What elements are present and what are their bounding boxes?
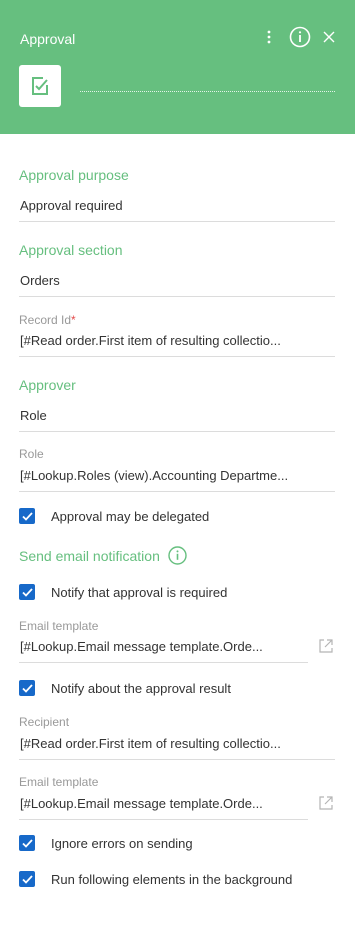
record-id-label: Record Id*: [19, 313, 76, 327]
approver-field[interactable]: Role: [19, 405, 335, 432]
notify-approval-required-checkbox[interactable]: [19, 584, 35, 600]
vertical-dots-icon[interactable]: [261, 27, 277, 47]
role-label: Role: [19, 447, 44, 461]
section-approval-section: Approval section: [19, 242, 123, 258]
approval-delegated-label: Approval may be delegated: [51, 508, 210, 524]
approval-purpose-field[interactable]: Approval required: [19, 195, 335, 222]
ignore-errors-checkbox[interactable]: [19, 835, 35, 851]
notify-approval-result-checkbox-row[interactable]: Notify about the approval result: [19, 680, 231, 696]
email-template-label: Email template: [19, 619, 99, 633]
recipient-label: Recipient: [19, 715, 70, 729]
section-approver: Approver: [19, 377, 76, 393]
approval-section-field[interactable]: Orders: [19, 270, 335, 297]
panel-title: Approval: [20, 31, 76, 47]
element-name-input[interactable]: [80, 91, 335, 92]
header-actions: [261, 26, 337, 48]
email-template-field[interactable]: [#Lookup.Email message template.Orde...: [19, 636, 308, 663]
notify-approval-result-checkbox[interactable]: [19, 680, 35, 696]
record-id-field[interactable]: [#Read order.First item of resulting col…: [19, 330, 335, 357]
email-template-field[interactable]: [#Lookup.Email message template.Orde...: [19, 793, 308, 820]
info-icon[interactable]: [289, 26, 311, 48]
approval-element-icon: [19, 65, 61, 107]
role-field[interactable]: [#Lookup.Roles (view).Accounting Departm…: [19, 465, 335, 492]
notify-approval-required-checkbox-row[interactable]: Notify that approval is required: [19, 584, 227, 600]
open-external-icon[interactable]: [318, 795, 334, 811]
section-approval-purpose: Approval purpose: [19, 167, 129, 183]
open-external-icon[interactable]: [318, 638, 334, 654]
run-in-background-checkbox[interactable]: [19, 871, 35, 887]
notify-approval-required-label: Notify that approval is required: [51, 584, 228, 600]
email-template-label: Email template: [19, 775, 99, 789]
run-in-background-label: Run following elements in the background: [51, 871, 293, 887]
section-send-email-notification: Send email notification: [19, 546, 187, 565]
required-mark: *: [71, 313, 76, 327]
info-icon[interactable]: [168, 546, 187, 565]
recipient-field[interactable]: [#Read order.First item of resulting col…: [19, 733, 335, 760]
ignore-errors-label: Ignore errors on sending: [51, 835, 193, 851]
approval-delegated-checkbox-row[interactable]: Approval may be delegated: [19, 508, 209, 524]
element-header: Approval: [0, 0, 355, 134]
ignore-errors-checkbox-row[interactable]: Ignore errors on sending: [19, 835, 193, 851]
notify-approval-result-label: Notify about the approval result: [51, 680, 231, 696]
approval-delegated-checkbox[interactable]: [19, 508, 35, 524]
close-icon[interactable]: [321, 29, 337, 45]
run-in-background-checkbox-row[interactable]: Run following elements in the background: [19, 871, 292, 887]
send-email-notification-title: Send email notification: [19, 547, 160, 564]
